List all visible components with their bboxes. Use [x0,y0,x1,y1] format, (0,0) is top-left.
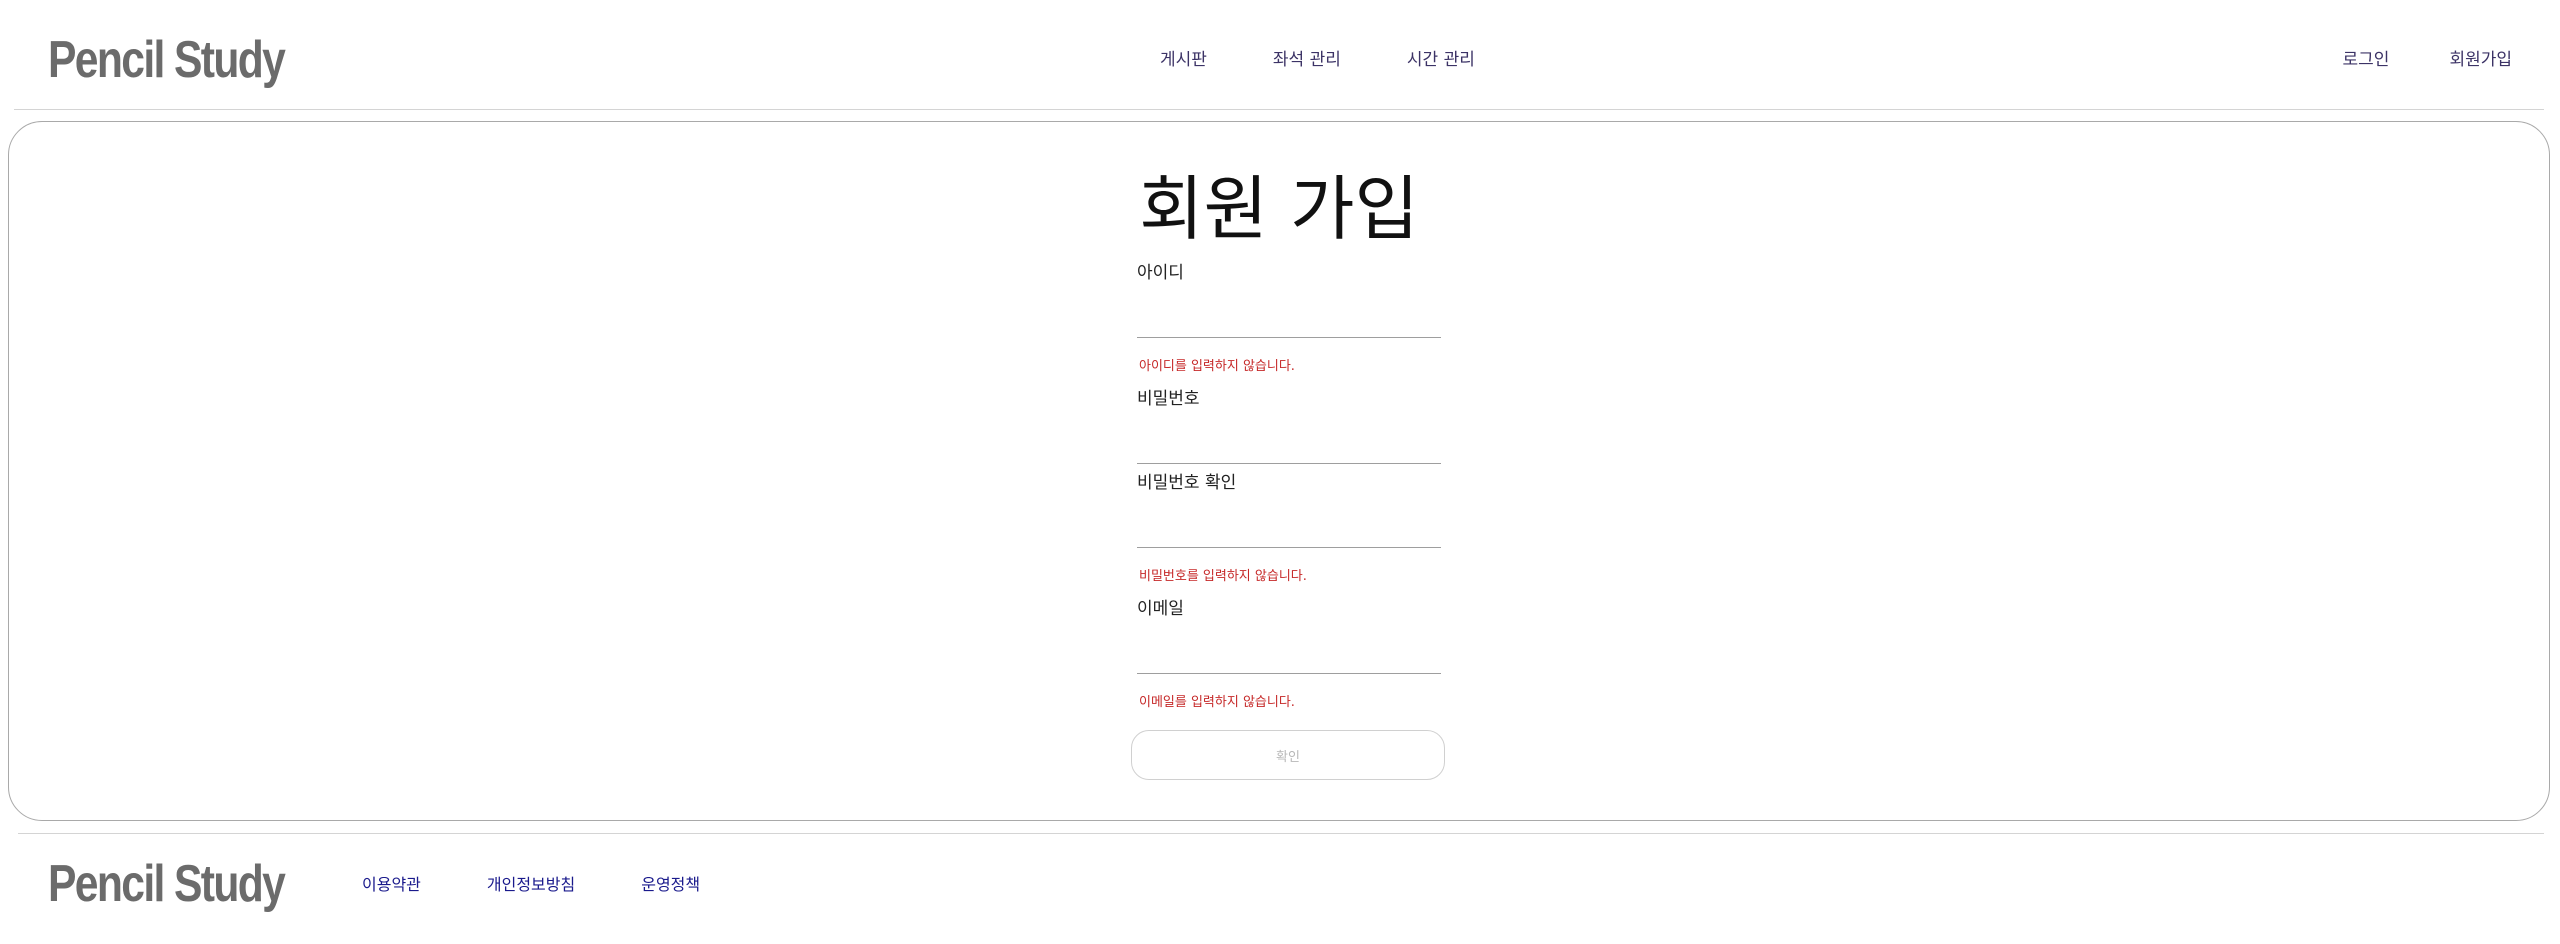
username-input[interactable] [1137,306,1441,338]
privacy-policy-link[interactable]: 개인정보방침 [487,874,575,896]
password-label: 비밀번호 [1137,389,1200,409]
signup-link[interactable]: 회원가입 [2449,48,2512,72]
password-confirm-input[interactable] [1137,516,1441,548]
confirm-button[interactable]: 확인 [1131,730,1445,780]
auth-nav: 로그인 회원가입 [2343,48,2512,72]
footer-divider [18,833,2544,834]
email-label: 이메일 [1137,599,1184,619]
username-error: 아이디를 입력하지 않습니다. [1139,359,1295,374]
site-header: Pencil Study 게시판 좌석 관리 시간 관리 로그인 회원가입 [0,0,2560,110]
footer-logo[interactable]: Pencil Study [48,852,286,916]
main-nav: 게시판 좌석 관리 시간 관리 [1160,48,1475,72]
site-logo[interactable]: Pencil Study [48,28,286,92]
login-link[interactable]: 로그인 [2343,48,2390,72]
nav-seat-management-link[interactable]: 좌석 관리 [1273,48,1341,72]
password-input[interactable] [1137,432,1441,464]
nav-time-management-link[interactable]: 시간 관리 [1407,48,1475,72]
nav-board-link[interactable]: 게시판 [1160,48,1207,72]
email-input[interactable] [1137,642,1441,674]
footer-nav: 이용약관 개인정보방침 운영정책 [362,874,700,896]
email-error: 이메일를 입력하지 않습니다. [1139,695,1295,710]
signup-card: 회원 가입 아이디 아이디를 입력하지 않습니다. 비밀번호 비밀번호 확인 비… [8,121,2550,821]
operation-policy-link[interactable]: 운영정책 [641,874,700,896]
header-divider [14,109,2544,110]
username-label: 아이디 [1137,263,1184,283]
terms-of-service-link[interactable]: 이용약관 [362,874,421,896]
password-error: 비밀번호를 입력하지 않습니다. [1139,569,1307,584]
page-title: 회원 가입 [1139,168,1419,250]
password-confirm-label: 비밀번호 확인 [1137,473,1237,493]
